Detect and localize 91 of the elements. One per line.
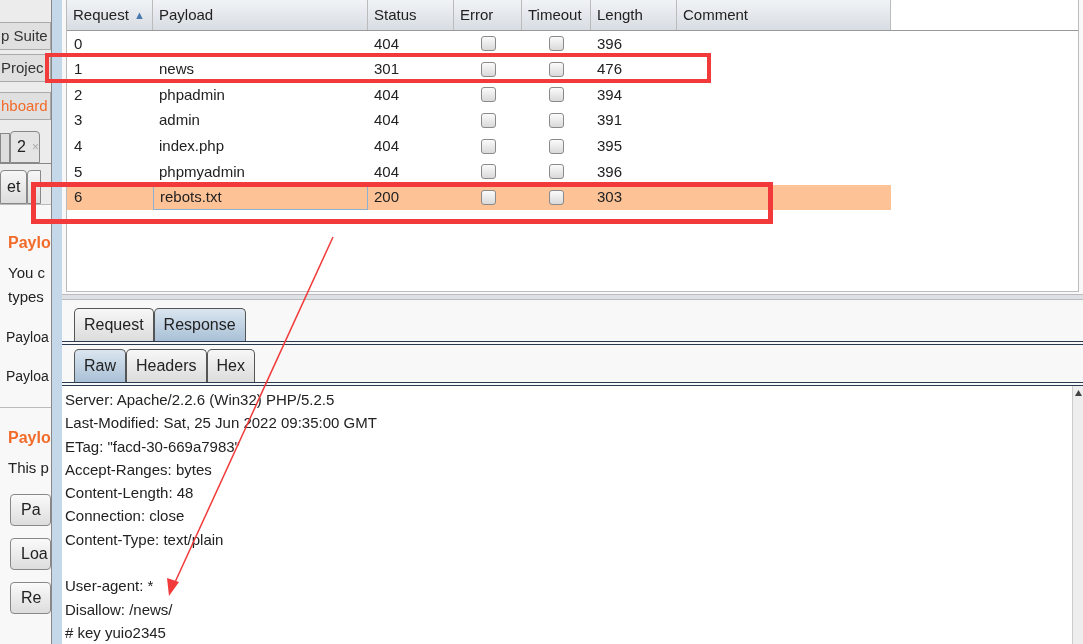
section-heading: Paylo <box>7 428 51 448</box>
table-cell-text: 404 <box>373 161 401 182</box>
description-text: types <box>7 287 45 307</box>
field-label: Payloa <box>5 328 50 347</box>
response-line: # key yuio2345 <box>65 623 166 641</box>
table-row[interactable]: 0 404 396 <box>67 31 891 57</box>
table-cell-text: 5 <box>73 161 84 182</box>
tab[interactable]: Response <box>153 308 246 341</box>
table-cell-text: 404 <box>373 33 401 54</box>
response-line: User-agent: * <box>65 577 154 595</box>
table-cell-text: 396 <box>596 33 624 54</box>
checkbox[interactable] <box>549 113 564 129</box>
table-cell-text: 4 <box>73 135 84 156</box>
sort-icon: ▲ <box>133 6 145 24</box>
column-header[interactable]: Comment <box>677 0 891 30</box>
table-row[interactable]: 5 phpmyadmin 404 396 <box>67 158 891 185</box>
table-cell-text: 3 <box>73 110 84 131</box>
checkbox[interactable] <box>549 164 564 180</box>
column-label: Payload <box>159 4 214 25</box>
description-text: This p <box>7 458 50 478</box>
tab[interactable]: Request <box>74 308 154 341</box>
table-cell-text: 200 <box>373 187 401 208</box>
scroll-up-icon[interactable] <box>1074 390 1082 396</box>
checkbox[interactable] <box>549 138 564 154</box>
table-cell: rebots.txt <box>153 184 368 211</box>
scrollbar[interactable] <box>1072 386 1083 644</box>
column-label: Timeout <box>528 4 582 25</box>
tab[interactable]: et <box>0 170 28 204</box>
checkbox[interactable] <box>480 138 496 154</box>
column-header[interactable]: Status <box>368 0 454 30</box>
response-line: Disallow: /news/ <box>65 600 173 618</box>
column-label: Comment <box>683 4 749 25</box>
checkbox[interactable] <box>549 189 564 205</box>
table-cell-text: 1 <box>73 59 84 80</box>
checkbox[interactable] <box>549 87 564 103</box>
table-row[interactable]: 4 index.php 404 395 <box>67 133 891 159</box>
checkbox[interactable] <box>480 61 496 77</box>
side-button[interactable]: Re <box>10 582 51 614</box>
table-cell-text: 395 <box>596 135 624 156</box>
side-button[interactable]: Pa <box>10 494 51 526</box>
response-line: Connection: close <box>65 507 185 525</box>
column-header[interactable]: Request ▲ <box>67 0 153 30</box>
table-row[interactable]: 1 news 301 476 <box>67 56 891 83</box>
tab[interactable]: Headers <box>126 349 207 382</box>
column-header[interactable]: Length <box>591 0 677 30</box>
checkbox[interactable] <box>480 164 496 180</box>
table-cell-text: 394 <box>596 84 624 105</box>
checkbox[interactable] <box>549 61 564 77</box>
table-cell-text: 404 <box>373 135 401 156</box>
checkbox[interactable] <box>480 189 496 205</box>
table-cell-text: 303 <box>596 187 624 208</box>
column-label: Status <box>374 4 417 25</box>
table-cell-text: 404 <box>373 110 401 131</box>
app-tab[interactable]: Projec <box>0 54 51 82</box>
column-label: Error <box>460 4 494 25</box>
app-tab[interactable]: p Suite <box>0 22 51 50</box>
table-cell-text: 0 <box>73 33 84 54</box>
table-cell-text: 476 <box>596 59 624 80</box>
tab[interactable]: Hex <box>206 349 255 382</box>
description-text: You c <box>7 263 46 283</box>
table-cell-text: admin <box>158 110 201 131</box>
table-cell-text: 6 <box>73 187 84 208</box>
side-button[interactable]: Loa <box>10 538 51 570</box>
table-cell-text: 396 <box>596 161 624 182</box>
response-line: Accept-Ranges: bytes <box>65 460 212 478</box>
table-cell-text: news <box>158 59 196 80</box>
table-cell-text: 391 <box>596 110 624 131</box>
checkbox[interactable] <box>549 36 564 52</box>
column-header[interactable]: Payload <box>153 0 368 30</box>
splitter-handle[interactable] <box>62 294 1083 300</box>
checkbox[interactable] <box>480 87 496 103</box>
column-label: Request <box>73 4 129 25</box>
table-cell-text: phpadmin <box>158 84 226 105</box>
table-cell-text: 301 <box>373 59 401 80</box>
column-header[interactable]: Timeout <box>522 0 591 30</box>
table-row[interactable]: 3 admin 404 391 <box>67 107 891 134</box>
checkbox[interactable] <box>480 113 496 129</box>
column-label: Length <box>597 4 643 25</box>
table-row[interactable]: 2 phpadmin 404 394 <box>67 82 891 108</box>
response-line: Content-Length: 48 <box>65 484 194 502</box>
document-tab[interactable]: 2 × <box>10 131 40 163</box>
table-cell-text: 404 <box>373 84 401 105</box>
checkbox[interactable] <box>480 36 496 52</box>
table-cell-text: 2 <box>73 84 84 105</box>
table-cell-text: index.php <box>158 135 226 156</box>
table-cell-text: phpmyadmin <box>158 161 246 182</box>
tab[interactable]: Raw <box>74 349 126 382</box>
section-heading: Paylo <box>7 233 51 253</box>
tab-edge[interactable] <box>0 133 10 163</box>
field-label: Payloa <box>5 367 50 386</box>
column-header[interactable]: Error <box>454 0 522 30</box>
